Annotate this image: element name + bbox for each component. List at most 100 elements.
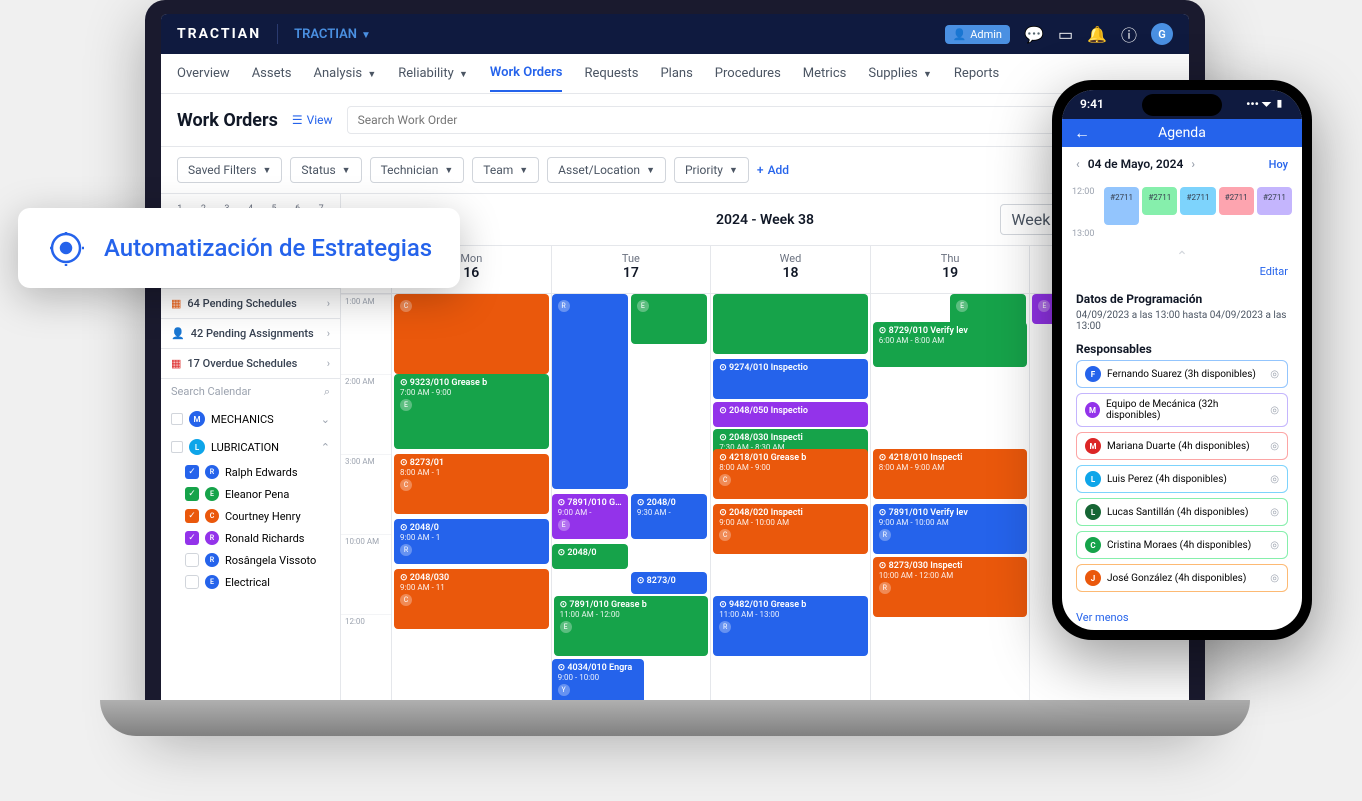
timeline-block[interactable]: #2711: [1142, 187, 1177, 215]
today-button[interactable]: Hoy: [1269, 158, 1288, 171]
calendar-event[interactable]: ⊙ 2048/0309:00 AM - 11C: [394, 569, 549, 629]
calendar-group[interactable]: MMECHANICS⌄: [161, 405, 340, 433]
nav-requests[interactable]: Requests: [584, 56, 638, 91]
eye-icon[interactable]: ◎: [1270, 573, 1279, 584]
calendar-event[interactable]: ⊙ 9274/010 Inspectio: [713, 359, 868, 399]
timeline-block[interactable]: #2711: [1257, 187, 1292, 215]
checkbox[interactable]: [171, 413, 183, 425]
responsible-item[interactable]: JJosé González (4h disponibles)◎: [1076, 564, 1288, 592]
timeline-block[interactable]: #2711: [1219, 187, 1254, 215]
nav-reliability[interactable]: Reliability ▼: [398, 56, 468, 91]
calendar-person[interactable]: RRosângela Vissoto: [161, 549, 340, 571]
timeline-block[interactable]: #2711: [1180, 187, 1215, 215]
info-icon[interactable]: ⓘ: [1121, 22, 1137, 46]
calendar-group[interactable]: LLUBRICATION⌃: [161, 433, 340, 461]
nav-plans[interactable]: Plans: [660, 56, 692, 91]
book-icon[interactable]: ▭: [1058, 25, 1073, 44]
calendar-event[interactable]: ⊙ 7891/010 Grease b11:00 AM - 12:00E: [554, 596, 709, 656]
calendar-event[interactable]: C: [394, 294, 549, 374]
day-column[interactable]: ⊙ 9274/010 Inspectio ⊙ 2048/050 Inspectio…: [710, 294, 870, 720]
calendar-event[interactable]: ⊙ 8729/010 Verify lev6:00 AM - 8:00 AM: [873, 322, 1028, 367]
responsible-item[interactable]: LLucas Santillán (4h disponibles)◎: [1076, 498, 1288, 526]
avatar[interactable]: G: [1151, 23, 1173, 45]
calendar-event[interactable]: ⊙ 7891/010 Grease b9:00 AM -E: [552, 494, 628, 539]
calendar-person[interactable]: ✓CCourtney Henry: [161, 505, 340, 527]
show-less-link[interactable]: Ver menos: [1062, 605, 1302, 630]
nav-procedures[interactable]: Procedures: [715, 56, 781, 91]
checkbox[interactable]: [171, 441, 183, 453]
calendar-person[interactable]: EElectrical: [161, 571, 340, 593]
calendar-event[interactable]: ⊙ 4034/010 Engra9:00 - 10:00Y: [552, 659, 644, 704]
timeline-block[interactable]: #2711: [1104, 187, 1139, 225]
calendar-event[interactable]: ⊙ 8273/0: [631, 572, 707, 594]
calendar-event[interactable]: ⊙ 2048/050 Inspectio: [713, 402, 868, 427]
checkbox[interactable]: ✓: [185, 465, 199, 479]
eye-icon[interactable]: ◎: [1270, 405, 1279, 416]
expand-icon[interactable]: ⌄: [321, 413, 330, 426]
calendar-event[interactable]: ⊙ 2048/09:30 AM -: [631, 494, 707, 539]
nav-assets[interactable]: Assets: [252, 56, 292, 91]
calendar-event[interactable]: R: [552, 294, 628, 489]
prev-day[interactable]: ‹: [1076, 157, 1080, 171]
back-button[interactable]: ←: [1074, 123, 1090, 143]
filter-priority[interactable]: Priority ▼: [674, 157, 749, 183]
checkbox[interactable]: ✓: [185, 531, 199, 545]
search-input[interactable]: [347, 106, 1173, 134]
responsible-item[interactable]: CCristina Moraes (4h disponibles)◎: [1076, 531, 1288, 559]
eye-icon[interactable]: ◎: [1270, 507, 1279, 518]
calendar-person[interactable]: ✓EEleanor Pena: [161, 483, 340, 505]
pending-schedules[interactable]: ▦64 Pending Schedules›: [161, 288, 340, 318]
calendar-event[interactable]: ⊙ 2048/020 Inspecti9:00 AM - 10:00 AMC: [713, 504, 868, 554]
company-selector[interactable]: TRACTIAN▼: [294, 27, 371, 42]
view-toggle[interactable]: ☰ View: [292, 113, 333, 127]
calendar-event[interactable]: ⊙ 9323/010 Grease b7:00 AM - 9:00E: [394, 374, 549, 449]
eye-icon[interactable]: ◎: [1270, 441, 1279, 452]
edit-button[interactable]: Editar: [1062, 265, 1302, 284]
checkbox[interactable]: ✓: [185, 487, 199, 501]
responsible-item[interactable]: LLuis Perez (4h disponibles)◎: [1076, 465, 1288, 493]
checkbox[interactable]: ✓: [185, 509, 199, 523]
calendar-event[interactable]: ⊙ 7891/010 Verify lev9:00 AM - 10:00 AMR: [873, 504, 1028, 554]
eye-icon[interactable]: ◎: [1270, 474, 1279, 485]
admin-badge[interactable]: 👤Admin: [945, 25, 1010, 44]
calendar-event[interactable]: ⊙ 2048/0: [552, 544, 628, 569]
calendar-event[interactable]: ⊙ 9482/010 Grease b11:00 AM - 13:00R: [713, 596, 868, 656]
calendar-event[interactable]: ⊙ 4218/010 Grease b8:00 AM - 9:00C: [713, 449, 868, 499]
nav-supplies[interactable]: Supplies ▼: [868, 56, 932, 91]
expand-icon[interactable]: ⌃: [321, 441, 330, 454]
nav-reports[interactable]: Reports: [954, 56, 999, 91]
filter-asset-location[interactable]: Asset/Location ▼: [547, 157, 666, 183]
phone-timeline[interactable]: 12:00 #2711#2711#2711#2711#2711 13:00: [1062, 181, 1302, 249]
drag-handle-icon[interactable]: ⌃: [1062, 249, 1302, 265]
filter-team[interactable]: Team ▼: [472, 157, 539, 183]
filter-saved-filters[interactable]: Saved Filters ▼: [177, 157, 282, 183]
nav-work-orders[interactable]: Work Orders: [490, 55, 563, 92]
chat-icon[interactable]: 💬: [1024, 25, 1044, 44]
checkbox[interactable]: [185, 553, 199, 567]
day-header[interactable]: Wed18: [710, 246, 870, 293]
calendar-event[interactable]: [713, 294, 868, 354]
filter-technician[interactable]: Technician ▼: [370, 157, 465, 183]
day-header[interactable]: Thu19: [870, 246, 1030, 293]
eye-icon[interactable]: ◎: [1270, 369, 1279, 380]
overdue-schedules[interactable]: ▦17 Overdue Schedules›: [161, 348, 340, 378]
calendar-event[interactable]: ⊙ 8273/018:00 AM - 1C: [394, 454, 549, 514]
nav-analysis[interactable]: Analysis ▼: [313, 56, 376, 91]
day-column[interactable]: RE ⊙ 7891/010 Grease b9:00 AM -E⊙ 2048/09…: [551, 294, 711, 720]
day-column[interactable]: C⊙ 9323/010 Grease b7:00 AM - 9:00E⊙ 827…: [391, 294, 551, 720]
nav-overview[interactable]: Overview: [177, 56, 230, 91]
responsible-item[interactable]: FFernando Suarez (3h disponibles)◎: [1076, 360, 1288, 388]
calendar-event[interactable]: ⊙ 2048/09:00 AM - 1R: [394, 519, 549, 564]
day-header[interactable]: Tue17: [551, 246, 711, 293]
nav-metrics[interactable]: Metrics: [803, 56, 847, 91]
calendar-person[interactable]: ✓RRalph Edwards: [161, 461, 340, 483]
responsible-item[interactable]: MMariana Duarte (4h disponibles)◎: [1076, 432, 1288, 460]
calendar-event[interactable]: E: [631, 294, 707, 344]
calendar-person[interactable]: ✓RRonald Richards: [161, 527, 340, 549]
filter-status[interactable]: Status ▼: [290, 157, 361, 183]
next-day[interactable]: ›: [1191, 157, 1195, 171]
responsible-item[interactable]: MEquipo de Mecánica (32h disponibles)◎: [1076, 393, 1288, 427]
add-filter-button[interactable]: + Add: [757, 163, 789, 177]
calendar-event[interactable]: ⊙ 8273/030 Inspecti10:00 AM - 12:00 AMR: [873, 557, 1028, 617]
calendar-event[interactable]: ⊙ 4218/010 Inspecti8:00 AM - 9:00 AM: [873, 449, 1028, 499]
